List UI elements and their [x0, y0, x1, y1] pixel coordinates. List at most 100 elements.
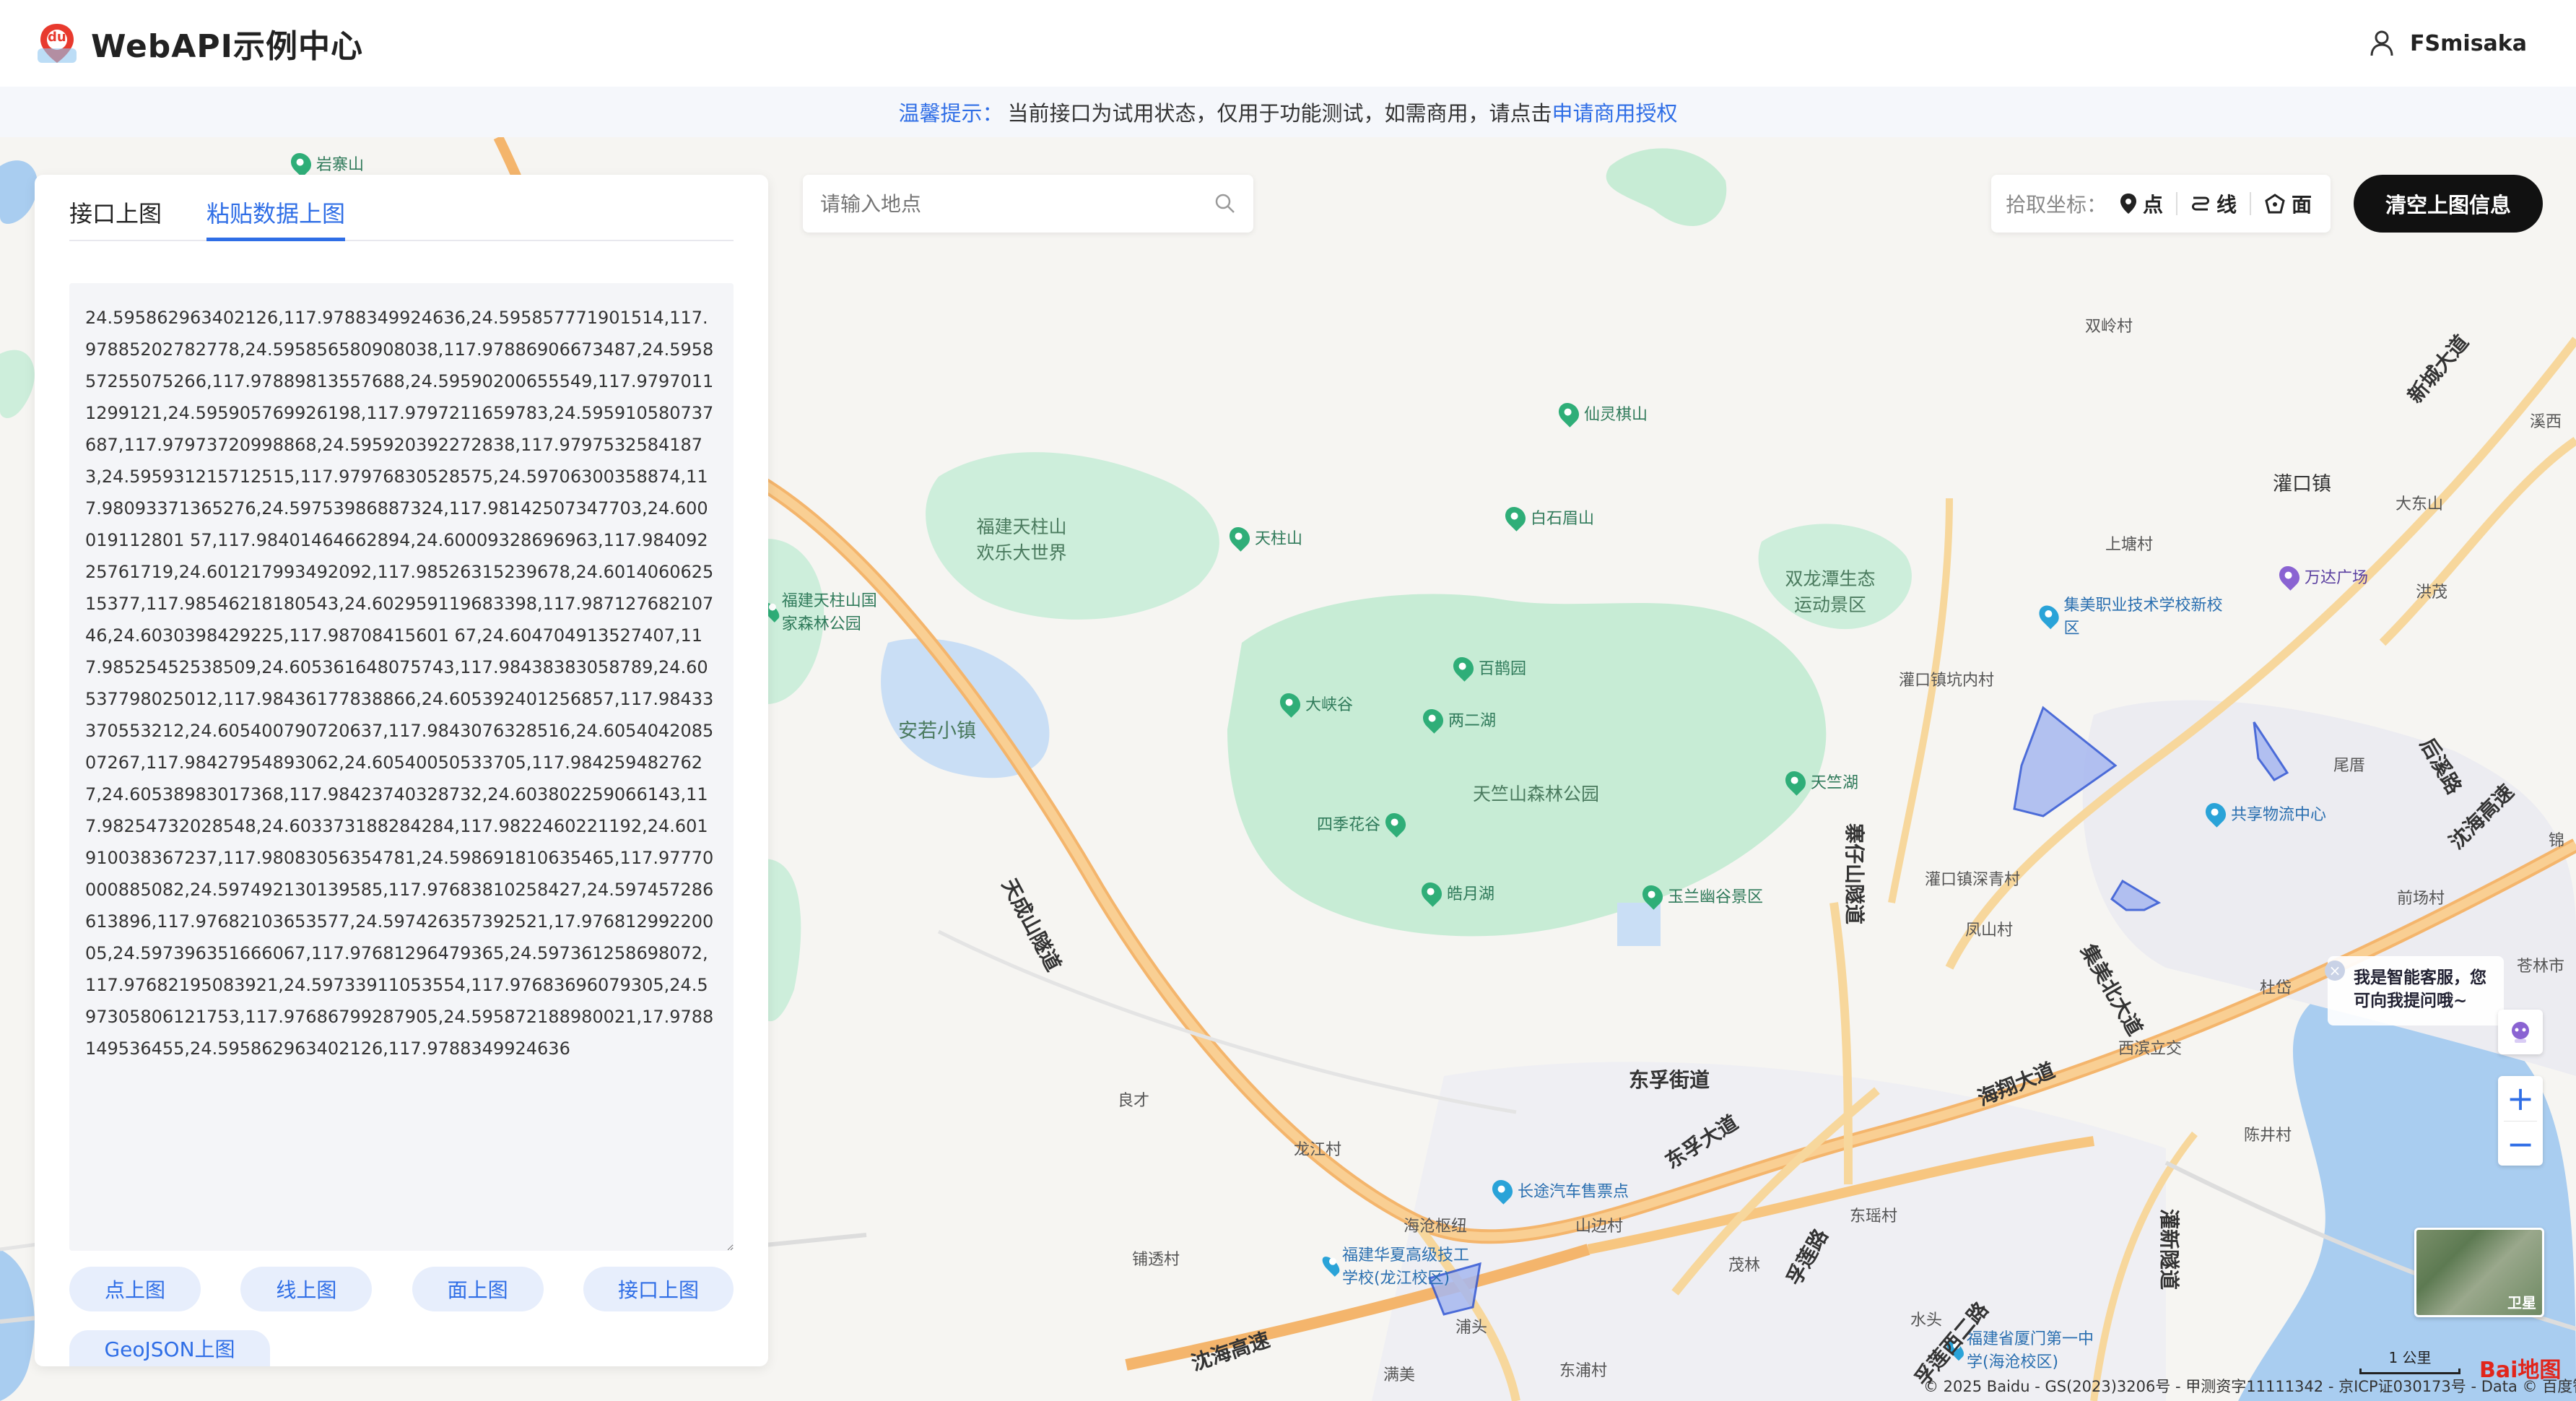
- map-pin-icon: [1449, 653, 1478, 682]
- road-label: 灌新隧道: [2157, 1208, 2182, 1291]
- scale-label: 1 公里: [2388, 1349, 2432, 1366]
- close-icon[interactable]: ×: [2325, 960, 2345, 981]
- place-label: 铺透村: [1132, 1251, 1180, 1269]
- assistant-line-2: 可向我提问哦~: [2354, 992, 2468, 1010]
- poi-marker[interactable]: 天柱山: [1225, 523, 1302, 552]
- notice-text: 当前接口为试用状态，仅用于功能测试，如需商用，请点击: [1007, 101, 1552, 126]
- place-label: 凤山村: [1965, 921, 2014, 940]
- route-icon: [2192, 196, 2210, 211]
- place-label: 浦头: [1455, 1319, 1488, 1337]
- place-label: 前场村: [2397, 890, 2445, 908]
- place-label: 苍林市: [2517, 958, 2565, 976]
- clear-overlays-button[interactable]: 清空上图信息: [2354, 175, 2543, 233]
- place-label: 满美: [1383, 1366, 1416, 1384]
- place-label: 龙江村: [1294, 1141, 1342, 1159]
- scale-bar: [2359, 1369, 2460, 1374]
- poi-marker[interactable]: 集美职业技术学校新校区: [2035, 592, 2228, 638]
- satellite-label: 卫星: [2507, 1294, 2536, 1311]
- map-pin-icon: [1501, 503, 1530, 532]
- poi-marker[interactable]: 福建华夏高级技工学校(龙江校区): [1319, 1242, 1477, 1288]
- map-pin-icon: [1638, 881, 1667, 910]
- place-label: 洪茂: [2416, 584, 2448, 602]
- pick-point-button[interactable]: 点: [2120, 189, 2163, 218]
- geojson-upload-button[interactable]: GeoJSON上图: [69, 1330, 270, 1366]
- place-label: 灌口镇坑内村: [1899, 672, 1995, 690]
- top-header: du WebAPI示例中心 FSmisaka: [0, 0, 2576, 87]
- pick-polygon-button[interactable]: 面: [2264, 189, 2312, 218]
- poi-marker[interactable]: 天竺湖: [1781, 767, 1858, 796]
- upload-button-row: 点上图 线上图 面上图 接口上图: [69, 1267, 734, 1311]
- assistant-line-1: 我是智能客服，您: [2354, 968, 2486, 987]
- zoom-out-button[interactable]: −: [2498, 1122, 2543, 1166]
- poi-marker[interactable]: 福建天柱山国家森林公园: [759, 588, 881, 634]
- search-icon[interactable]: [1214, 193, 1236, 214]
- robot-icon: [2512, 1022, 2529, 1043]
- app-title: WebAPI示例中心: [91, 28, 363, 65]
- data-upload-panel: 接口上图 粘贴数据上图 24.595862963402126,117.97883…: [35, 175, 768, 1366]
- map-pin-icon: [1225, 523, 1254, 552]
- poi-marker[interactable]: 岩寨山: [287, 149, 364, 178]
- place-label: 大东山: [2396, 495, 2444, 513]
- notice-prefix: 温馨提示：: [898, 101, 1004, 126]
- place-label: 山边村: [1575, 1218, 1624, 1236]
- poi-marker[interactable]: 四季花谷: [1317, 809, 1410, 838]
- coordinate-data-textarea[interactable]: 24.595862963402126,117.9788349924636,24.…: [69, 283, 734, 1251]
- place-label: 上塘村: [2105, 536, 2154, 554]
- line-upload-button[interactable]: 线上图: [240, 1267, 373, 1311]
- poi-marker[interactable]: 仙灵棋山: [1554, 399, 1648, 428]
- zoom-in-button[interactable]: +: [2498, 1076, 2543, 1121]
- apply-license-link[interactable]: 申请商用授权: [1552, 97, 1678, 127]
- point-upload-button[interactable]: 点上图: [69, 1267, 201, 1311]
- brand[interactable]: du WebAPI示例中心: [35, 20, 363, 66]
- place-label: 东瑶村: [1850, 1207, 1898, 1226]
- tab-paste-upload[interactable]: 粘贴数据上图: [206, 196, 346, 241]
- search-input[interactable]: [820, 191, 1214, 216]
- map-pin-icon: [1417, 878, 1446, 907]
- place-label: 灌口镇深青村: [1925, 871, 2021, 889]
- poi-marker[interactable]: 万达广场: [2275, 562, 2368, 591]
- road-label: 寨仔山隧道: [1842, 823, 1867, 925]
- username: FSmisaka: [2410, 30, 2527, 56]
- map-pin-icon: [1781, 767, 1810, 796]
- place-label: 福建天柱山欢乐大世界: [976, 516, 1067, 563]
- poi-marker[interactable]: 皓月湖: [1417, 878, 1494, 907]
- user-menu[interactable]: FSmisaka: [2370, 30, 2527, 57]
- pick-line-button[interactable]: 线: [2190, 189, 2237, 218]
- place-label: 锦: [2549, 832, 2565, 850]
- user-icon: [2370, 30, 2393, 56]
- notice-bar: 温馨提示： 当前接口为试用状态，仅用于功能测试，如需商用，请点击 申请商用授权: [0, 87, 2576, 137]
- poi-marker[interactable]: 百鹊园: [1449, 653, 1526, 682]
- poi-marker[interactable]: 白石眉山: [1501, 503, 1594, 532]
- assistant-avatar-button[interactable]: [2498, 1010, 2543, 1054]
- api-upload-button[interactable]: 接口上图: [583, 1267, 734, 1311]
- place-label: 杜岱: [2260, 979, 2292, 997]
- place-label: 双岭村: [2085, 318, 2133, 336]
- map-pin-icon: [1419, 705, 1448, 734]
- place-label: 西滨立交: [2118, 1040, 2183, 1058]
- place-label: 茂林: [1728, 1257, 1761, 1275]
- panel-tabs: 接口上图 粘贴数据上图: [69, 196, 734, 241]
- poi-marker[interactable]: 大峡谷: [1276, 689, 1353, 718]
- map-pin-icon: [1276, 689, 1305, 718]
- ai-assistant-bubble[interactable]: 我是智能客服，您 可向我提问哦~: [2328, 956, 2504, 1025]
- place-label: 东浦村: [1559, 1362, 1608, 1380]
- divider: [2250, 192, 2252, 215]
- map-scale: 1 公里: [2359, 1346, 2460, 1374]
- map-pin-icon: [1554, 399, 1583, 428]
- place-label: 尾厝: [2333, 757, 2366, 775]
- tab-api-upload[interactable]: 接口上图: [69, 196, 162, 241]
- baidu-map-logo-icon: du: [35, 21, 79, 66]
- satellite-view-toggle[interactable]: 卫星: [2414, 1228, 2544, 1317]
- place-label: 灌口镇: [2273, 473, 2331, 495]
- place-label: 安若小镇: [898, 720, 976, 742]
- place-search: [803, 175, 1253, 233]
- poi-marker[interactable]: 共享物流中心: [2201, 799, 2326, 828]
- divider: [2176, 192, 2178, 215]
- place-label: 天竺山森林公园: [1473, 784, 1600, 804]
- poi-marker[interactable]: 长途汽车售票点: [1488, 1176, 1629, 1205]
- poi-marker[interactable]: 玉兰幽谷景区: [1638, 881, 1763, 910]
- poi-marker[interactable]: 两二湖: [1419, 705, 1496, 734]
- map-pin-icon: [1488, 1176, 1517, 1205]
- polygon-upload-button[interactable]: 面上图: [412, 1267, 544, 1311]
- map-pin-icon: [2275, 562, 2304, 591]
